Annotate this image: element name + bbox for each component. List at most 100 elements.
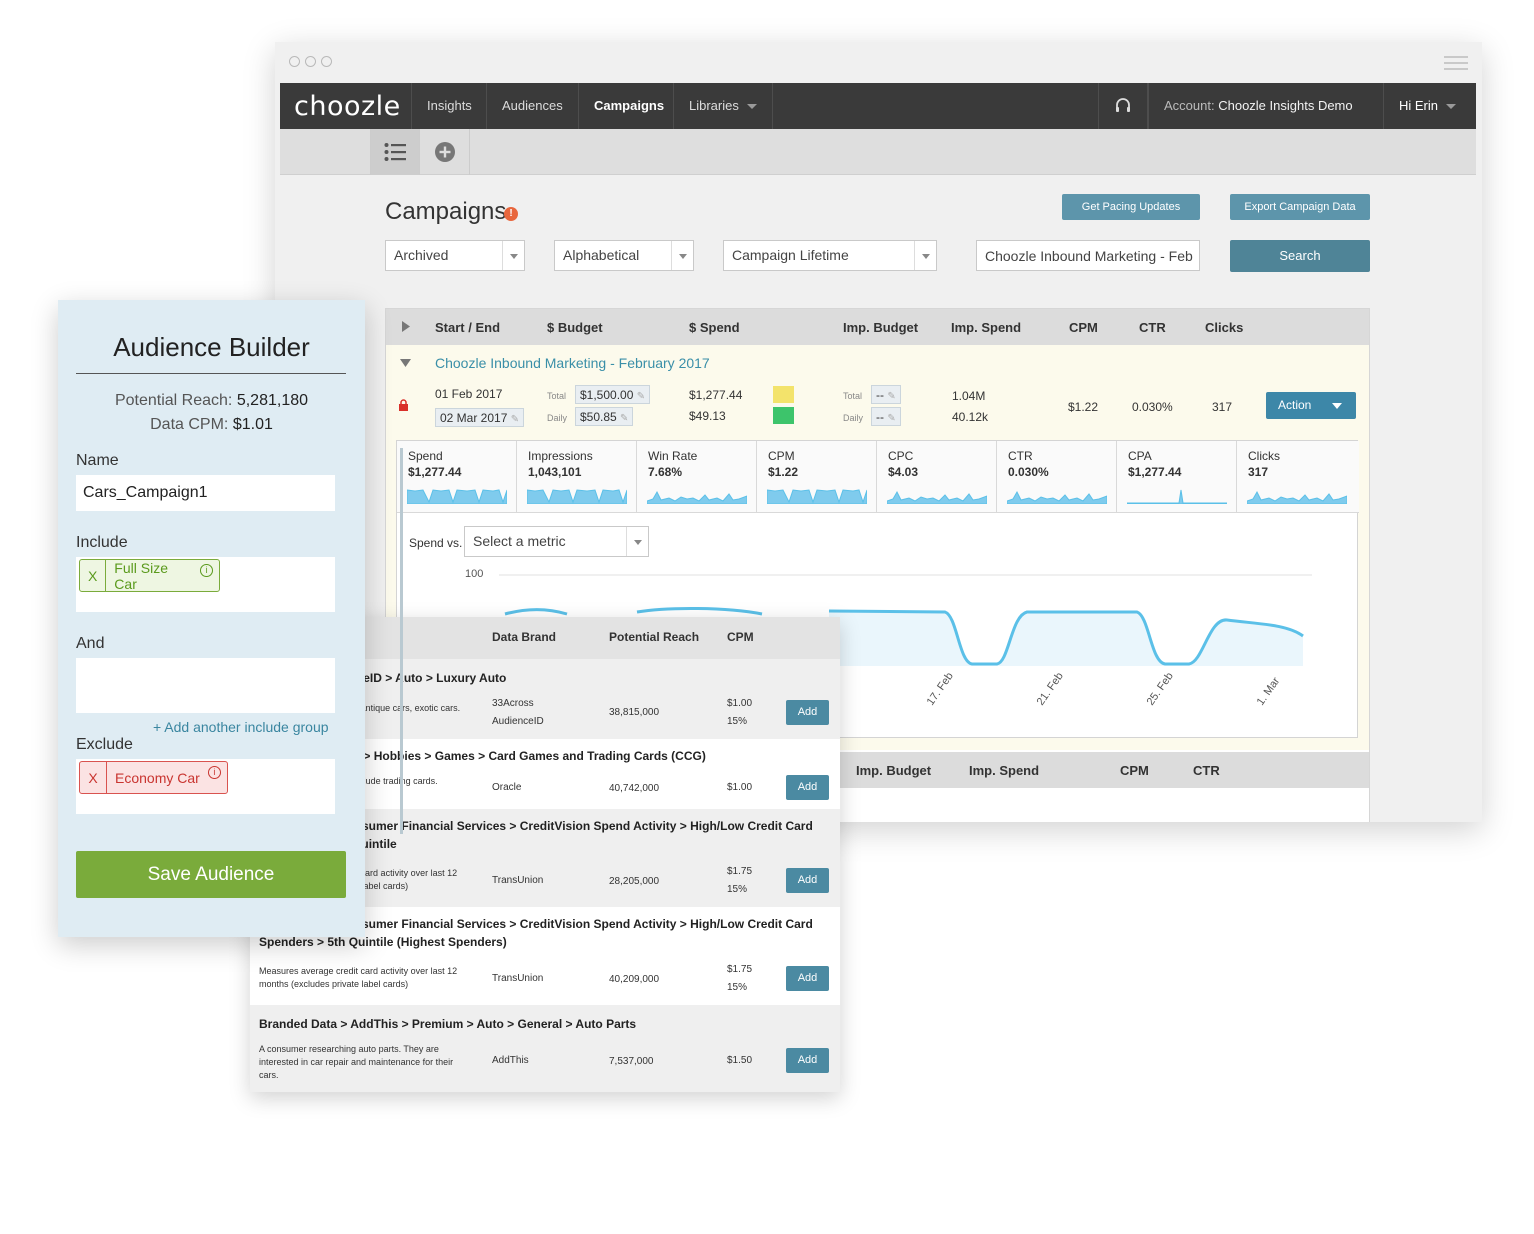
remove-exclude-icon[interactable]: X <box>80 762 107 793</box>
metric-card-spend[interactable]: Spend $1,277.44 <box>397 441 517 513</box>
window-dot[interactable] <box>321 56 332 67</box>
segment-reach: 40,209,000 <box>609 974 660 985</box>
campaign-name-link[interactable]: Choozle Inbound Marketing - February 201… <box>435 355 710 371</box>
search-button[interactable]: Search <box>1230 240 1370 272</box>
end-date-field[interactable]: 02 Mar 2017 ✎ <box>435 408 525 427</box>
add-include-group-link[interactable]: + Add another include group <box>153 719 329 735</box>
campaign-ctr: 0.030% <box>1132 400 1173 414</box>
nav-libraries[interactable]: Libraries <box>673 83 773 129</box>
window-dot[interactable] <box>305 56 316 67</box>
add-segment-button[interactable]: Add <box>786 966 829 991</box>
segment-description: Measures average credit card activity ov… <box>259 966 458 989</box>
audience-name-input[interactable] <box>76 475 335 511</box>
start-date: 01 Feb 2017 <box>435 387 503 401</box>
reach-value: 5,281,180 <box>236 392 309 409</box>
potential-reach: Potential Reach: 5,281,180 <box>58 392 365 410</box>
list-view-icon[interactable] <box>370 129 420 175</box>
col-data-brand[interactable]: Data Brand <box>492 630 556 644</box>
budget-total-field[interactable]: $1,500.00 ✎ <box>575 385 651 404</box>
col-budget[interactable]: $ Budget <box>547 320 603 335</box>
info-icon[interactable]: ! <box>504 207 518 221</box>
metric-label: Spend <box>408 449 443 463</box>
exclude-tag: X Economy Car i <box>79 761 228 794</box>
campaign-search-input[interactable] <box>976 240 1200 271</box>
date-range-value: Campaign Lifetime <box>732 247 849 263</box>
nav-insights[interactable]: Insights <box>411 83 487 129</box>
nav-audiences[interactable]: Audiences <box>486 83 578 129</box>
account-switcher[interactable]: Account: Choozle Insights Demo <box>1148 83 1384 156</box>
budget-daily-field[interactable]: $50.85 ✎ <box>575 407 634 426</box>
chevron-down-icon <box>502 241 524 270</box>
info-icon[interactable]: i <box>200 564 213 577</box>
pencil-icon: ✎ <box>887 391 896 402</box>
expand-all-icon[interactable] <box>402 321 410 332</box>
x-axis-tick: 25. Feb <box>1145 670 1176 707</box>
save-audience-button[interactable]: Save Audience <box>76 851 346 898</box>
imp-budget-total-label: Total <box>843 391 863 401</box>
campaign-cpm: $1.22 <box>1068 400 1099 414</box>
metric-select[interactable]: Select a metric <box>464 526 649 557</box>
sparkline <box>887 490 987 504</box>
metric-label: CPA <box>1128 449 1152 463</box>
segment-cpm-percent: 15% <box>727 982 748 993</box>
col-ctr[interactable]: CTR <box>1139 320 1166 335</box>
window-dot[interactable] <box>289 56 300 67</box>
add-segment-button[interactable]: Add <box>786 868 829 893</box>
add-segment-button[interactable]: Add <box>786 775 829 800</box>
metric-card-clicks[interactable]: Clicks 317 <box>1237 441 1359 513</box>
metric-card-cpc[interactable]: CPC $4.03 <box>877 441 997 513</box>
include-box[interactable]: X Full Size Car i <box>76 557 335 612</box>
metric-card-cpm[interactable]: CPM $1.22 <box>757 441 877 513</box>
info-icon[interactable]: i <box>207 766 221 779</box>
imp-budget-total-field[interactable]: -- ✎ <box>871 385 901 404</box>
remove-include-icon[interactable]: X <box>80 560 107 591</box>
pencil-icon: ✎ <box>620 413 629 424</box>
col-clicks[interactable]: Clicks <box>1205 320 1243 335</box>
col-cpm[interactable]: CPM <box>1120 763 1149 778</box>
add-segment-button[interactable]: Add <box>786 700 829 725</box>
col-imp-spend[interactable]: Imp. Spend <box>969 763 1039 778</box>
metric-value: 317 <box>1248 465 1269 479</box>
choozle-logo[interactable]: choozle <box>294 91 401 122</box>
nav-libraries-label: Libraries <box>689 98 739 113</box>
status-filter-select[interactable]: Archived <box>385 240 525 271</box>
action-dropdown-button[interactable]: Action <box>1266 392 1356 419</box>
segment-brand: 33Across AudienceID <box>492 698 544 727</box>
col-start-end[interactable]: Start / End <box>435 320 500 335</box>
metric-card-cpa[interactable]: CPA $1,277.44 <box>1117 441 1237 513</box>
col-imp-spend[interactable]: Imp. Spend <box>951 320 1021 335</box>
metric-card-impressions[interactable]: Impressions 1,043,101 <box>517 441 637 513</box>
nav-campaigns[interactable]: Campaigns <box>578 83 679 129</box>
export-campaign-data-button[interactable]: Export Campaign Data <box>1230 194 1370 220</box>
and-label: And <box>76 635 105 652</box>
imp-spend-daily: 40.12k <box>952 410 989 424</box>
segment-cpm-percent: 15% <box>727 884 748 895</box>
date-range-select[interactable]: Campaign Lifetime <box>723 240 937 271</box>
add-segment-button[interactable]: Add <box>786 1048 829 1073</box>
col-imp-budget[interactable]: Imp. Budget <box>856 763 931 778</box>
get-pacing-updates-button[interactable]: Get Pacing Updates <box>1062 194 1200 220</box>
col-cpm[interactable]: CPM <box>727 630 754 644</box>
col-imp-budget[interactable]: Imp. Budget <box>843 320 918 335</box>
user-menu[interactable]: Hi Erin <box>1384 83 1471 129</box>
col-potential-reach[interactable]: Potential Reach <box>609 630 699 644</box>
metric-card-win-rate[interactable]: Win Rate 7.68% <box>637 441 757 513</box>
pencil-icon: ✎ <box>510 414 520 425</box>
col-cpm[interactable]: CPM <box>1069 320 1098 335</box>
col-ctr[interactable]: CTR <box>1193 763 1220 778</box>
col-spend[interactable]: $ Spend <box>689 320 740 335</box>
metric-card-ctr[interactable]: CTR 0.030% <box>997 441 1117 513</box>
collapse-icon[interactable] <box>400 359 411 367</box>
imp-budget-daily: -- <box>876 410 884 424</box>
sort-select[interactable]: Alphabetical <box>554 240 694 271</box>
hamburger-menu-icon[interactable] <box>1444 56 1468 74</box>
builder-scrollbar[interactable] <box>400 448 403 834</box>
and-box[interactable] <box>76 658 335 713</box>
table-header: Start / End $ Budget $ Spend Imp. Budget… <box>386 309 1369 345</box>
headset-icon[interactable] <box>1098 83 1148 129</box>
pacing-daily-indicator <box>773 407 794 424</box>
add-campaign-icon[interactable] <box>420 129 470 175</box>
metric-label: CTR <box>1008 449 1033 463</box>
imp-budget-daily-field[interactable]: -- ✎ <box>871 407 901 426</box>
exclude-box[interactable]: X Economy Car i <box>76 759 335 814</box>
